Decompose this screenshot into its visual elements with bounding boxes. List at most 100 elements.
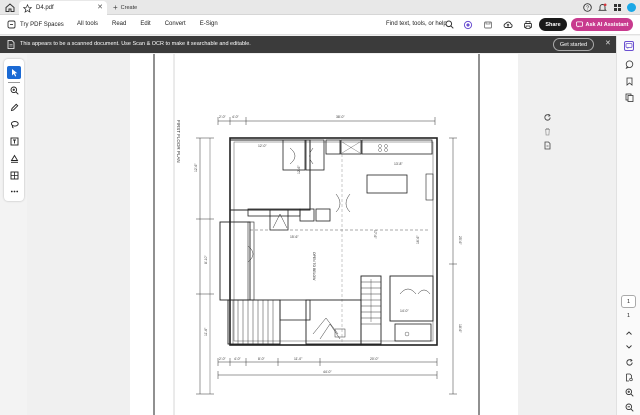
zoom-tool[interactable] <box>7 84 21 97</box>
rotate-page-icon[interactable] <box>542 112 553 123</box>
draw-tool[interactable] <box>7 101 21 114</box>
dim-bottom-2: 4'-0" <box>234 357 242 361</box>
tab-d4-pdf[interactable]: D4.pdf ✕ <box>19 1 107 15</box>
dim-top-3: 38'-0" <box>336 115 345 119</box>
close-tab-icon[interactable]: ✕ <box>97 4 103 11</box>
find-label[interactable]: Find text, tools, or help <box>386 21 447 27</box>
more-icon <box>10 190 18 193</box>
more-tools[interactable] <box>7 185 21 198</box>
floor-plan-drawing: FIRST FLOOR PLAN 2'-0" 4'-0" 38'-0" 12'-… <box>153 54 480 415</box>
lasso-icon <box>10 121 19 129</box>
zoom-out-button[interactable] <box>624 402 634 412</box>
get-started-button[interactable]: Get started <box>553 38 594 51</box>
room-label-1: 12'-0" <box>258 144 267 148</box>
apps-grid-icon[interactable] <box>612 2 622 12</box>
lasso-tool[interactable] <box>7 118 21 131</box>
menu-edit[interactable]: Edit <box>140 21 150 27</box>
upload-cloud-icon[interactable] <box>502 19 513 30</box>
menu-e-sign[interactable]: E-Sign <box>200 21 218 27</box>
help-icon[interactable]: ? <box>582 2 592 12</box>
bookmark-button[interactable] <box>624 76 634 86</box>
scan-notice-bar: This appears to be a scanned document. U… <box>0 36 640 53</box>
avatar[interactable] <box>627 2 636 12</box>
main-toolbar: Try PDF Spaces All tools Read Edit Conve… <box>0 15 640 35</box>
pages-icon <box>625 93 633 102</box>
menu-convert[interactable]: Convert <box>165 21 186 27</box>
create-tab-button[interactable]: + Create <box>113 3 137 12</box>
create-label: Create <box>120 4 138 11</box>
toolbar-icons <box>462 19 533 30</box>
room-label-7: 14'-0" <box>400 309 409 313</box>
spaces-icon <box>7 20 16 29</box>
tool-divider <box>8 82 20 83</box>
zoom-out-icon <box>625 403 634 412</box>
zoom-in-icon <box>625 388 634 397</box>
dim-top-2: 4'-0" <box>232 115 240 119</box>
room-label-6: 16'-6" <box>416 235 420 244</box>
document-icon <box>7 40 15 49</box>
previous-page-button[interactable] <box>624 328 634 338</box>
organize-tool[interactable] <box>7 169 21 182</box>
dim-bottom-3: 8'-0" <box>258 357 266 361</box>
close-notice-icon[interactable]: ✕ <box>605 40 611 48</box>
svg-text:?: ? <box>585 5 588 11</box>
page-tools <box>542 112 553 151</box>
ai-spark-icon[interactable] <box>462 19 473 30</box>
select-tool[interactable] <box>7 66 21 79</box>
comment-icon <box>625 59 633 69</box>
spaces-label: Try PDF Spaces <box>20 21 64 28</box>
ai-chat-button[interactable] <box>624 41 634 51</box>
home-icon <box>5 3 14 12</box>
room-label-4: 15'-6" <box>290 235 299 239</box>
dim-left-2: 8'-10" <box>204 255 208 264</box>
plus-icon: + <box>113 2 118 12</box>
search-icon[interactable] <box>445 20 454 29</box>
pdf-page: FIRST FLOOR PLAN 2'-0" 4'-0" 38'-0" 12'-… <box>130 54 518 415</box>
star-icon[interactable] <box>23 3 32 13</box>
page-thumbnail-button[interactable] <box>624 372 634 382</box>
dim-right-1: 25'-6" <box>458 236 462 245</box>
room-label-5: 17'-6" <box>373 230 377 239</box>
bookmark-icon <box>626 77 632 86</box>
ai-assistant-icon <box>575 21 583 28</box>
menu-read[interactable]: Read <box>112 21 126 27</box>
share-button[interactable]: Share <box>539 18 567 31</box>
text-box-icon <box>10 137 18 146</box>
page-total: 1 <box>626 313 631 319</box>
document-viewer[interactable]: FIRST FLOOR PLAN 2'-0" 4'-0" 38'-0" 12'-… <box>27 54 616 415</box>
next-page-button[interactable] <box>624 342 634 352</box>
comment-button[interactable] <box>624 59 634 69</box>
tab-strip: D4.pdf ✕ + Create ? <box>0 0 640 15</box>
home-button[interactable] <box>3 2 16 13</box>
save-icon[interactable] <box>482 19 493 30</box>
quick-tools-panel <box>4 59 24 201</box>
room-label-2: 13'-8" <box>394 162 403 166</box>
delete-page-icon[interactable] <box>542 126 553 137</box>
dim-bottom-4: 11'-0" <box>294 357 303 361</box>
ai-chat-icon <box>625 43 633 49</box>
extract-page-icon[interactable] <box>542 140 553 151</box>
page-number-input[interactable]: 1 <box>621 295 636 308</box>
open-to-below-label: OPEN TO BELOW <box>312 252 316 281</box>
dim-left-3: 11'-6" <box>204 327 208 336</box>
refresh-button[interactable] <box>624 357 634 367</box>
dim-bottom-total: 44'-0" <box>323 370 332 374</box>
tab-title: D4.pdf <box>36 5 54 11</box>
pages-button[interactable] <box>624 92 634 102</box>
dim-top-1: 2'-0" <box>219 115 227 119</box>
print-icon[interactable] <box>522 19 533 30</box>
dim-bottom-5: 20'-0" <box>370 357 379 361</box>
plan-title: FIRST FLOOR PLAN <box>176 120 181 163</box>
text-box-tool[interactable] <box>7 135 21 148</box>
zoom-in-button[interactable] <box>624 387 634 397</box>
fill-sign-tool[interactable] <box>7 152 21 165</box>
page-search-icon <box>625 373 633 381</box>
notice-message: This appears to be a scanned document. U… <box>20 41 251 47</box>
top-menu: All tools Read Edit Convert E-Sign <box>77 21 232 27</box>
dim-bottom-1: 2'-0" <box>219 357 227 361</box>
ai-assistant-button[interactable]: Ask AI Assistant <box>571 18 633 31</box>
fill-sign-icon <box>10 154 18 163</box>
notifications-icon[interactable] <box>597 2 607 12</box>
menu-all-tools[interactable]: All tools <box>77 21 98 27</box>
pdf-spaces-button[interactable]: Try PDF Spaces <box>7 20 64 29</box>
